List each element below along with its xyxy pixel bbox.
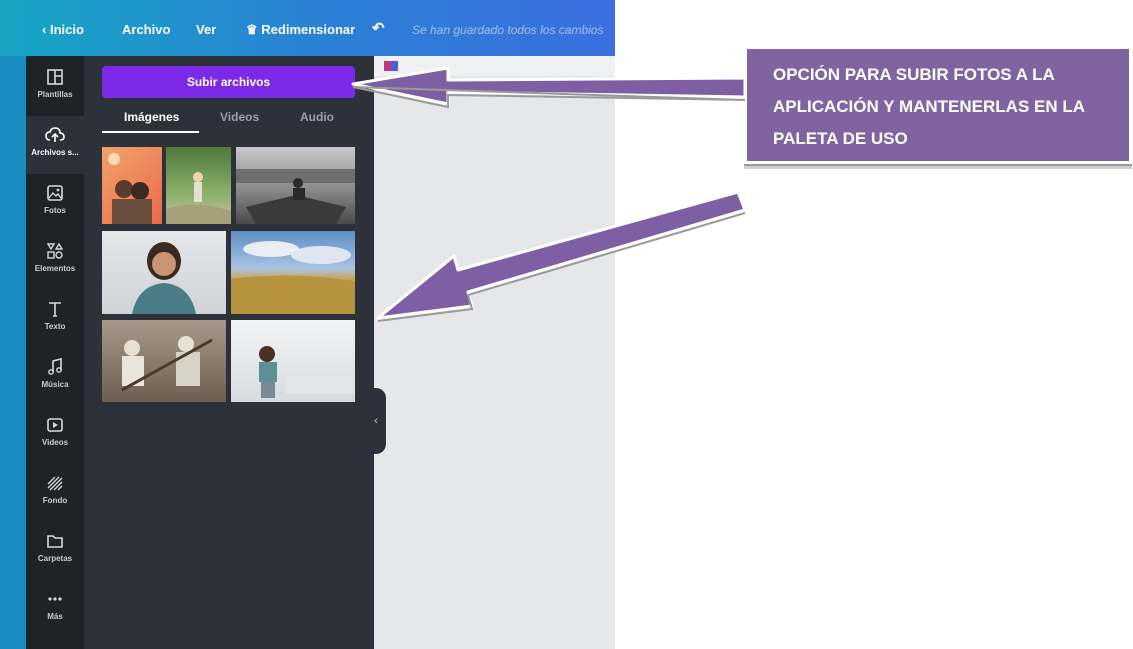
arrow-lower [376, 190, 747, 322]
arrow-upper [351, 66, 747, 109]
annotation-arrows [351, 66, 747, 322]
